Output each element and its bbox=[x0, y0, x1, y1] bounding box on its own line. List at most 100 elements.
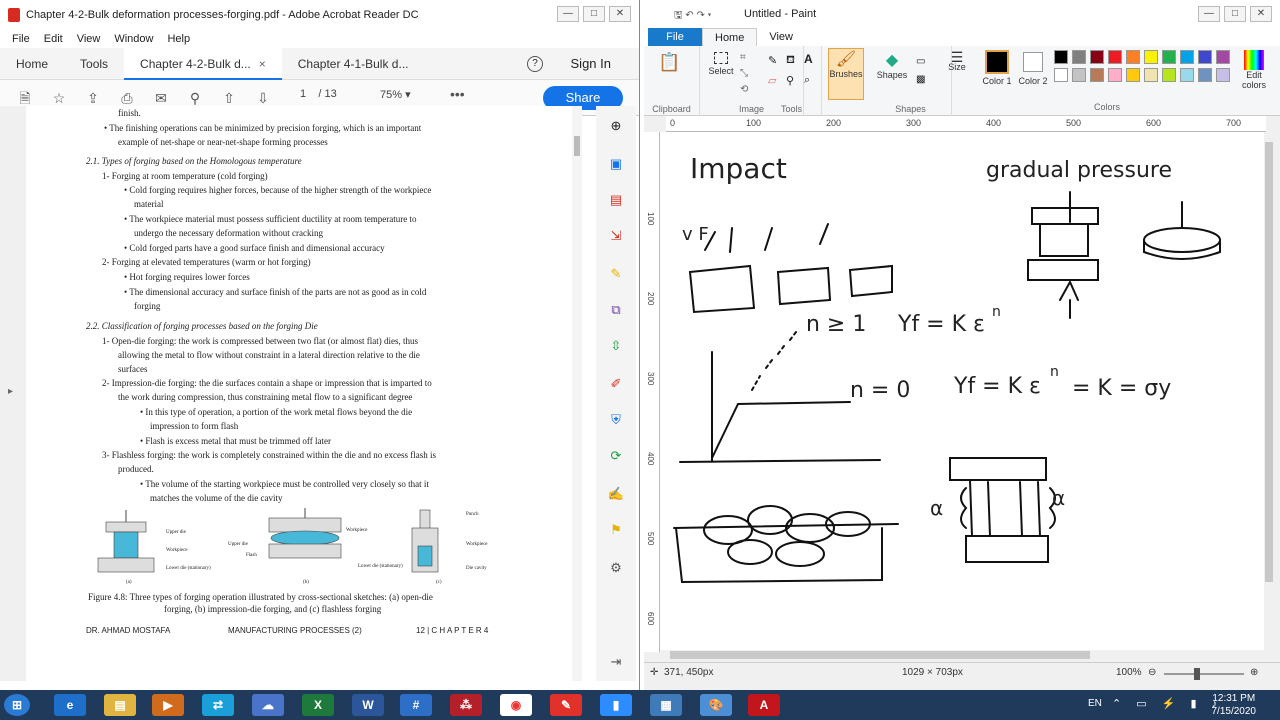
edit-colors-button[interactable]: Edit colors bbox=[1236, 50, 1272, 90]
color1-button[interactable]: Color 1 bbox=[980, 48, 1014, 86]
eraser-icon[interactable]: ▱ bbox=[768, 74, 776, 87]
fill-sign-icon[interactable]: ✍ bbox=[606, 484, 626, 504]
menu-help[interactable]: Help bbox=[167, 33, 190, 45]
page-number[interactable]: 1 / 13 bbox=[300, 88, 337, 100]
tab-home[interactable]: Home bbox=[702, 27, 758, 47]
palette-swatch[interactable] bbox=[1180, 68, 1194, 82]
close-button[interactable]: ✕ bbox=[609, 6, 631, 22]
tab-document-2[interactable]: Chapter 4-1-Bulk d... bbox=[282, 48, 425, 80]
fill-icon[interactable]: ⛾ bbox=[786, 54, 795, 68]
scroll-thumb[interactable] bbox=[670, 651, 1090, 659]
palette-swatch[interactable] bbox=[1072, 68, 1086, 82]
paste-icon[interactable]: 📋 bbox=[658, 52, 680, 73]
select-button[interactable]: Select bbox=[706, 52, 736, 76]
tab-view[interactable]: View bbox=[757, 28, 805, 46]
palette-swatch[interactable] bbox=[1090, 68, 1104, 82]
palette-swatch[interactable] bbox=[1054, 68, 1068, 82]
scroll-thumb[interactable] bbox=[1265, 142, 1273, 582]
palette-swatch[interactable] bbox=[1198, 50, 1212, 64]
crop-icon[interactable]: ⌗ bbox=[740, 52, 746, 63]
palette-swatch[interactable] bbox=[1126, 50, 1140, 64]
text-icon[interactable]: A bbox=[804, 52, 813, 66]
paint-vertical-scrollbar[interactable] bbox=[1264, 132, 1274, 652]
palette-swatch[interactable] bbox=[1108, 68, 1122, 82]
protect-icon[interactable]: ⛨ bbox=[606, 410, 626, 430]
collapse-panel-icon[interactable]: ⇥ bbox=[606, 652, 626, 672]
hash-app-icon[interactable]: # bbox=[400, 694, 432, 716]
palette-swatch[interactable] bbox=[1072, 50, 1086, 64]
outline-icon[interactable]: ▭ bbox=[916, 56, 925, 67]
zoom-slider[interactable] bbox=[1164, 673, 1244, 675]
more-tools-icon[interactable]: ⚙ bbox=[606, 558, 626, 578]
brushes-button[interactable]: 🖌 Brushes bbox=[828, 48, 864, 100]
tab-tools[interactable]: Tools bbox=[64, 48, 124, 80]
palette-swatch[interactable] bbox=[1108, 50, 1122, 64]
quick-access-icons[interactable]: 🖫 ↶ ↷ ▾ bbox=[674, 8, 711, 25]
mendeley-icon[interactable]: ⁂ bbox=[450, 694, 482, 716]
edit-pdf-icon[interactable]: ✐ bbox=[606, 374, 626, 394]
zoom-search-icon[interactable]: ⚲ bbox=[186, 89, 204, 107]
palette-swatch[interactable] bbox=[1162, 50, 1176, 64]
zoom-icon[interactable]: ▮ bbox=[600, 694, 632, 716]
tab-home[interactable]: Home bbox=[0, 48, 64, 80]
minimize-button[interactable]: — bbox=[557, 6, 579, 22]
optimize-icon[interactable]: ⟳ bbox=[606, 446, 626, 466]
size-button[interactable]: ☰ Size bbox=[940, 50, 974, 72]
combine-icon[interactable]: ⧉ bbox=[606, 300, 626, 320]
palette-swatch[interactable] bbox=[1216, 50, 1230, 64]
zoom-slider-thumb[interactable] bbox=[1194, 668, 1200, 680]
acrobat-taskbar-icon[interactable]: A bbox=[748, 694, 780, 716]
palette-swatch[interactable] bbox=[1144, 68, 1158, 82]
expand-left-icon[interactable]: ▸ bbox=[8, 386, 13, 397]
pdf-app-icon[interactable]: ✎ bbox=[550, 694, 582, 716]
shapes-button[interactable]: ◆ Shapes bbox=[874, 50, 910, 80]
help-icon[interactable]: ? bbox=[527, 56, 543, 72]
bookmark-star-icon[interactable]: ☆ bbox=[50, 89, 68, 107]
palette-swatch[interactable] bbox=[1216, 68, 1230, 82]
save-icon[interactable]: 🗎 bbox=[16, 89, 34, 107]
tab-document-1[interactable]: Chapter 4-2-Bulk d... × bbox=[124, 47, 282, 80]
create-pdf-icon[interactable]: ▣ bbox=[606, 154, 626, 174]
compress-icon[interactable]: ⇳ bbox=[606, 336, 626, 356]
minimize-button[interactable]: — bbox=[1198, 6, 1220, 22]
scroll-thumb[interactable] bbox=[574, 136, 580, 156]
folder-app-icon[interactable]: ▦ bbox=[650, 694, 682, 716]
paint-taskbar-icon[interactable]: 🎨 bbox=[700, 694, 732, 716]
palette-swatch[interactable] bbox=[1090, 50, 1104, 64]
page-down-icon[interactable]: ⇩ bbox=[254, 89, 272, 107]
page-up-icon[interactable]: ⇧ bbox=[220, 89, 238, 107]
language-indicator[interactable]: EN bbox=[1088, 698, 1102, 709]
zoom-in-icon[interactable]: ⊕ bbox=[606, 116, 626, 136]
app-icon[interactable]: ☁ bbox=[252, 694, 284, 716]
comment-icon[interactable]: ✎ bbox=[606, 264, 626, 284]
magnifier-icon[interactable]: ⌕ bbox=[804, 74, 810, 87]
zoom-select[interactable]: 75% ▾ bbox=[380, 88, 411, 101]
teamviewer-icon[interactable]: ⇄ bbox=[202, 694, 234, 716]
file-tab[interactable]: File bbox=[648, 28, 702, 46]
palette-swatch[interactable] bbox=[1054, 50, 1068, 64]
close-tab-icon[interactable]: × bbox=[259, 57, 266, 71]
file-explorer-icon[interactable]: ▤ bbox=[104, 694, 136, 716]
menu-view[interactable]: View bbox=[77, 33, 101, 45]
excel-icon[interactable]: X bbox=[302, 694, 334, 716]
palette-swatch[interactable] bbox=[1180, 50, 1194, 64]
start-button[interactable]: ⊞ bbox=[4, 694, 30, 716]
chrome-icon[interactable]: ◉ bbox=[500, 694, 532, 716]
sign-in-button[interactable]: Sign In bbox=[571, 48, 611, 80]
organize-pages-icon[interactable]: ▤ bbox=[606, 190, 626, 210]
more-options-icon[interactable]: ••• bbox=[450, 86, 465, 102]
system-clock[interactable]: 12:31 PM 7/15/2020 bbox=[1212, 692, 1257, 718]
media-player-icon[interactable]: ▶ bbox=[152, 694, 184, 716]
close-button[interactable]: ✕ bbox=[1250, 6, 1272, 22]
palette-swatch[interactable] bbox=[1144, 50, 1158, 64]
upload-icon[interactable]: ⇪ bbox=[84, 89, 102, 107]
rotate-icon[interactable]: ⟲ bbox=[740, 84, 748, 95]
maximize-button[interactable]: □ bbox=[1224, 6, 1246, 22]
paint-horizontal-scrollbar[interactable] bbox=[660, 650, 1266, 660]
menu-file[interactable]: File bbox=[12, 33, 30, 45]
page-current[interactable]: 1 bbox=[300, 88, 306, 100]
color2-button[interactable]: Color 2 bbox=[1016, 48, 1050, 86]
zoom-in-icon[interactable]: ⊕ bbox=[1250, 667, 1258, 678]
print-icon[interactable]: ⎙ bbox=[118, 89, 136, 107]
word-icon[interactable]: W bbox=[352, 694, 384, 716]
